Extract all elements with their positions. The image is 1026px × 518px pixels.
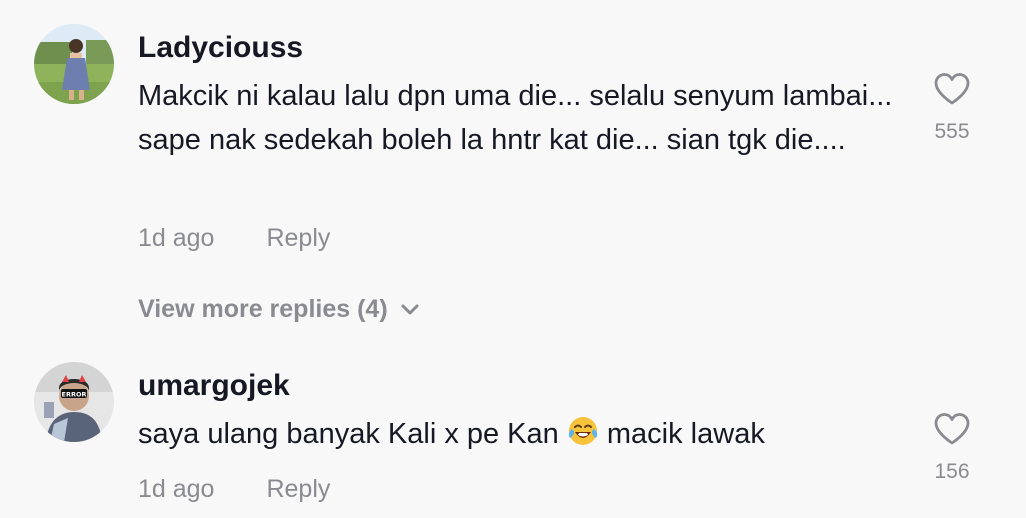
comment-meta: 1d ago Reply (138, 223, 330, 253)
face-with-tears-of-joy-icon (568, 417, 597, 445)
comment-item: Ladyciouss Makcik ni kalau lalu dpn uma … (0, 0, 1026, 270)
comment-text-part: macik lawak (598, 418, 765, 450)
heart-outline-icon[interactable] (933, 72, 971, 106)
like-count: 156 (934, 460, 970, 483)
like-control: 555 (918, 72, 986, 144)
like-control: 156 (918, 412, 986, 484)
svg-text:ERROR: ERROR (62, 391, 87, 399)
comment-meta: 1d ago Reply (138, 474, 330, 504)
comment-text: saya ulang banyak Kali x pe Kan macik la… (138, 412, 908, 456)
comment-item: ERROR umargojek saya ulang banyak Kali x… (0, 350, 1026, 518)
avatar[interactable] (34, 24, 114, 104)
comment-text-part: saya ulang banyak Kali x pe Kan (138, 418, 567, 450)
view-more-replies-button[interactable]: View more replies (4) (138, 292, 420, 326)
comment-username[interactable]: Ladyciouss (138, 30, 303, 66)
avatar-photo-man-error: ERROR (34, 362, 114, 442)
avatar-photo-girl (34, 24, 114, 104)
view-more-replies-label: View more replies (4) (138, 295, 388, 323)
like-count: 555 (934, 120, 970, 143)
reply-button[interactable]: Reply (266, 475, 330, 503)
comment-time: 1d ago (138, 475, 215, 503)
comment-text: Makcik ni kalau lalu dpn uma die... sela… (138, 80, 893, 156)
heart-outline-icon[interactable] (933, 412, 971, 446)
reply-button[interactable]: Reply (266, 224, 330, 252)
comment-time: 1d ago (138, 224, 215, 252)
chevron-down-icon (401, 304, 419, 315)
comment-username[interactable]: umargojek (138, 368, 290, 404)
avatar[interactable]: ERROR (34, 362, 114, 442)
